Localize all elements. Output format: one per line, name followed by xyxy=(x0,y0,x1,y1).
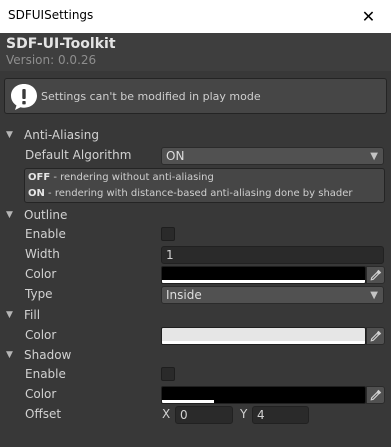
row-outline-color: Color xyxy=(0,266,391,284)
play-mode-helpbox: Settings can't be modified in play mode xyxy=(4,78,387,114)
shadow-enable-checkbox[interactable] xyxy=(161,367,175,381)
close-button[interactable]: ✕ xyxy=(346,0,391,33)
eyedropper-icon xyxy=(370,269,381,281)
foldout-arrow-icon: ▼ xyxy=(6,210,13,220)
property-label: Color xyxy=(25,387,57,401)
foldout-arrow-icon: ▼ xyxy=(6,310,13,320)
title-bar: SDFUISettings ✕ xyxy=(0,0,391,33)
default-algorithm-dropdown[interactable]: ON ▼ xyxy=(161,147,384,165)
helpbox-message: Settings can't be modified in play mode xyxy=(41,90,261,103)
foldout-label: Shadow xyxy=(24,348,72,362)
shadow-color-field[interactable] xyxy=(161,386,366,404)
outline-enable-checkbox[interactable] xyxy=(161,227,175,241)
description-text: - rendering with distance-based anti-ali… xyxy=(44,188,353,199)
foldout-label: Fill xyxy=(24,308,41,322)
foldout-fill[interactable]: ▼ Fill xyxy=(6,306,40,324)
alpha-bar xyxy=(162,280,365,283)
row-fill-color: Color xyxy=(0,327,391,345)
foldout-anti-aliasing[interactable]: ▼ Anti-Aliasing xyxy=(6,126,99,144)
eyedropper-icon xyxy=(370,389,381,401)
field-value: 0 xyxy=(180,408,188,422)
outline-eyedropper-button[interactable] xyxy=(366,266,385,284)
offset-x-field[interactable]: 0 xyxy=(175,406,233,424)
row-shadow-enable: Enable xyxy=(0,366,391,384)
foldout-label: Anti-Aliasing xyxy=(24,128,99,142)
row-outline-width: Width 1 xyxy=(0,246,391,264)
chevron-down-icon: ▼ xyxy=(370,151,378,162)
property-label: Color xyxy=(25,328,57,342)
inspector-header: SDF-UI-Toolkit Version: 0.0.26 xyxy=(0,33,391,71)
foldout-shadow[interactable]: ▼ Shadow xyxy=(6,346,71,364)
outline-type-dropdown[interactable]: Inside ▼ xyxy=(161,286,384,304)
offset-x-label: X xyxy=(162,407,171,421)
description-key: OFF xyxy=(28,172,51,183)
row-shadow-offset: Offset X 0 Y 4 xyxy=(0,406,391,424)
alpha-bar xyxy=(162,341,365,344)
offset-y-label: Y xyxy=(240,407,248,421)
settings-window: SDFUISettings ✕ SDF-UI-Toolkit Version: … xyxy=(0,0,391,447)
description-text: - rendering without anti-aliasing xyxy=(50,172,214,183)
info-icon xyxy=(11,84,37,110)
property-label: Type xyxy=(25,287,53,301)
fill-color-field[interactable] xyxy=(161,327,366,345)
property-label: Offset xyxy=(25,407,62,421)
property-label: Color xyxy=(25,267,57,281)
dropdown-value: Inside xyxy=(166,288,202,302)
description-key: ON xyxy=(28,188,45,199)
property-label: Width xyxy=(25,247,60,261)
row-shadow-color: Color xyxy=(0,386,391,404)
window-title: SDFUISettings xyxy=(8,8,94,22)
foldout-label: Outline xyxy=(24,208,68,222)
outline-width-field[interactable]: 1 xyxy=(161,246,384,264)
description-line-on: ON - rendering with distance-based anti-… xyxy=(28,188,353,199)
property-label: Default Algorithm xyxy=(25,148,132,162)
alpha-bar xyxy=(162,400,214,403)
offset-y-field[interactable]: 4 xyxy=(252,406,309,424)
foldout-arrow-icon: ▼ xyxy=(6,130,13,140)
description-line-off: OFF - rendering without anti-aliasing xyxy=(28,172,214,183)
package-version: Version: 0.0.26 xyxy=(6,53,97,67)
foldout-outline[interactable]: ▼ Outline xyxy=(6,206,67,224)
fill-eyedropper-button[interactable] xyxy=(366,327,385,345)
shadow-eyedropper-button[interactable] xyxy=(366,386,385,404)
close-icon: ✕ xyxy=(361,7,376,26)
field-value: 1 xyxy=(166,248,174,262)
foldout-arrow-icon: ▼ xyxy=(6,350,13,360)
outline-color-field[interactable] xyxy=(161,266,366,284)
chevron-down-icon: ▼ xyxy=(370,290,378,301)
field-value: 4 xyxy=(257,408,265,422)
row-default-algorithm: Default Algorithm ON ▼ xyxy=(0,147,391,165)
eyedropper-icon xyxy=(370,330,381,342)
property-label: Enable xyxy=(25,367,66,381)
row-outline-type: Type Inside ▼ xyxy=(0,286,391,304)
property-label: Enable xyxy=(25,227,66,241)
dropdown-value: ON xyxy=(166,149,185,163)
row-outline-enable: Enable xyxy=(0,226,391,244)
package-name: SDF-UI-Toolkit xyxy=(6,36,116,52)
algorithm-description-box: OFF - rendering without anti-aliasing ON… xyxy=(24,168,385,203)
